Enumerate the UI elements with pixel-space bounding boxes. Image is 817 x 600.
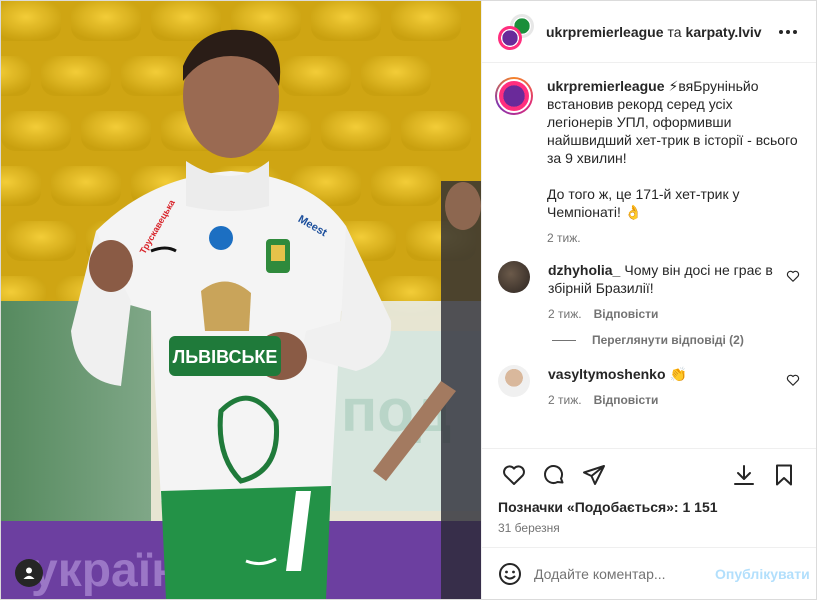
author-link-1[interactable]: ukrpremierleague xyxy=(546,24,664,40)
save-button[interactable] xyxy=(764,455,804,495)
authors-joiner: та xyxy=(667,23,682,40)
share-button[interactable] xyxy=(574,455,614,495)
like-button[interactable] xyxy=(494,455,534,495)
collab-avatars[interactable] xyxy=(498,13,534,50)
post-header: ukrpremierleague та karpaty.lviv xyxy=(482,1,816,63)
view-replies-label: Переглянути відповіді (2) xyxy=(592,333,744,347)
author-link-2[interactable]: karpaty.lviv xyxy=(686,24,762,40)
likes-count[interactable]: Позначки «Подобається»: 1 151 xyxy=(494,495,804,515)
emoji-icon xyxy=(499,562,521,585)
publish-button[interactable]: Опублікувати xyxy=(715,566,810,582)
comment-username[interactable]: dzhyholia_ xyxy=(548,262,620,278)
caption-text: ukrpremierleague ⚡вяБруніньйо встановив р… xyxy=(547,77,800,221)
post-authors: ukrpremierleague та karpaty.lviv xyxy=(546,24,776,40)
comment-text: dzhyholia_ Чому він досі не грає в збірні… xyxy=(548,261,778,297)
user-icon xyxy=(23,567,35,579)
view-replies-button[interactable]: Переглянути відповіді (2) xyxy=(552,333,800,347)
comment-time[interactable]: 2 тиж. xyxy=(548,393,582,407)
emoji-button[interactable] xyxy=(498,560,522,588)
post-photo: под україн ЛЬВІВСЬКЕ Трускавецька Meest xyxy=(1,1,481,599)
svg-text:україн: україн xyxy=(31,544,180,597)
more-horizontal-icon xyxy=(779,29,797,34)
caption: ukrpremierleague ⚡вяБруніньйо встановив р… xyxy=(495,77,800,245)
add-comment-bar: Опублікувати xyxy=(482,547,816,599)
reply-button[interactable]: Відповісти xyxy=(594,393,659,407)
comment-time[interactable]: 2 тиж. xyxy=(548,307,582,321)
like-comment-heart-icon[interactable] xyxy=(786,373,800,387)
shirt-sponsor: ЛЬВІВСЬКЕ xyxy=(173,347,278,367)
caption-avatar[interactable] xyxy=(495,77,533,115)
comment-avatar[interactable] xyxy=(498,261,530,293)
comment-input[interactable] xyxy=(534,565,715,582)
heart-icon xyxy=(503,465,525,485)
comment-button[interactable] xyxy=(534,455,574,495)
tagged-users-button[interactable] xyxy=(15,559,43,587)
caption-line-2: До того ж, це 171-й хет-трик у Чемпіонат… xyxy=(547,186,740,220)
download-button[interactable] xyxy=(724,455,764,495)
comment-body: 👏 xyxy=(669,366,687,382)
caption-username[interactable]: ukrpremierleague xyxy=(547,78,665,94)
send-icon xyxy=(583,465,605,485)
post-dialog: под україн ЛЬВІВСЬКЕ Трускавецька Meest … xyxy=(0,0,817,600)
comment-avatar[interactable] xyxy=(498,365,530,397)
post-date[interactable]: 31 березня xyxy=(494,515,804,547)
post-actions: Позначки «Подобається»: 1 151 31 березня xyxy=(482,448,816,547)
post-side-panel: ukrpremierleague та karpaty.lviv ukrpremie… xyxy=(481,1,816,599)
comments-list[interactable]: ukrpremierleague ⚡вяБруніньйо встановив р… xyxy=(482,63,816,448)
avatar-ukrpremierleague[interactable] xyxy=(498,25,522,50)
download-icon xyxy=(734,465,754,485)
comment-item: dzhyholia_ Чому він досі не грає в збірні… xyxy=(498,261,800,321)
reply-button[interactable]: Відповісти xyxy=(594,307,659,321)
comment-item: vasyltymoshenko 👏 2 тиж. Відповісти xyxy=(498,365,800,407)
caption-time[interactable]: 2 тиж. xyxy=(547,231,581,245)
comment-icon xyxy=(544,465,564,484)
like-comment-heart-icon[interactable] xyxy=(786,269,800,283)
more-options-button[interactable] xyxy=(776,20,800,44)
bookmark-icon xyxy=(776,464,792,486)
comment-username[interactable]: vasyltymoshenko xyxy=(548,366,666,382)
comment-text: vasyltymoshenko 👏 xyxy=(548,365,778,383)
player-photo: под україн ЛЬВІВСЬКЕ Трускавецька Meest xyxy=(1,1,481,599)
